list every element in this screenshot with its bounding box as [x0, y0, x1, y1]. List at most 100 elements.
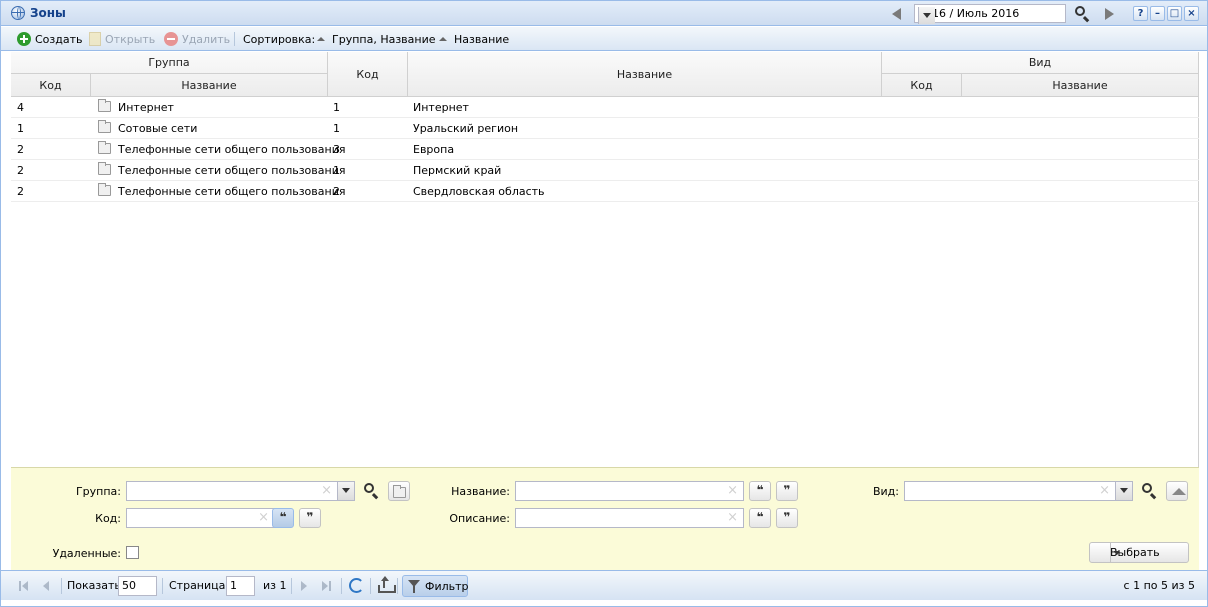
cell-group-name: Телефонные сети общего пользования: [118, 143, 346, 156]
name-contains-button[interactable]: ❞: [776, 481, 798, 501]
search-icon: [364, 483, 374, 493]
paging-separator: [61, 578, 62, 594]
name-filter-input[interactable]: ×: [515, 481, 744, 501]
clear-icon[interactable]: ×: [258, 510, 269, 525]
cell-name: Европа: [413, 143, 455, 156]
deleted-checkbox[interactable]: [126, 546, 139, 559]
column-group-header[interactable]: Группа: [11, 52, 328, 74]
chevron-down-icon[interactable]: [1115, 482, 1132, 500]
next-page-button[interactable]: [297, 579, 311, 593]
folder-icon: [98, 99, 111, 112]
table-row[interactable]: 2 Телефонные сети общего пользования 1 П…: [11, 160, 1199, 181]
code-filter-input[interactable]: ×: [126, 508, 275, 528]
prev-page-button[interactable]: [39, 579, 53, 593]
search-icon: [1075, 6, 1085, 16]
paging-separator: [341, 578, 342, 594]
first-page-button[interactable]: [17, 579, 31, 593]
column-kind-header[interactable]: Вид: [882, 52, 1199, 74]
create-button[interactable]: Создать: [17, 31, 83, 47]
kind-filter-label: Вид:: [872, 485, 899, 498]
name-exact-match-button[interactable]: ❝: [749, 481, 771, 501]
open-button[interactable]: Открыть: [89, 31, 155, 47]
help-button[interactable]: ?: [1133, 6, 1148, 21]
cell-group-name: Интернет: [118, 101, 174, 114]
cell-group-name: Телефонные сети общего пользования: [118, 185, 346, 198]
page-label: Страница: [169, 579, 226, 592]
group-folder-button[interactable]: [388, 481, 410, 501]
page-count: из 1: [263, 579, 287, 592]
description-contains-button[interactable]: ❞: [776, 508, 798, 528]
table-row[interactable]: 2 Телефонные сети общего пользования 3 Е…: [11, 139, 1199, 160]
sort-label: Сортировка:: [243, 32, 316, 46]
kind-filter-combobox[interactable]: ×: [904, 481, 1133, 501]
select-button[interactable]: Выбрать: [1089, 542, 1189, 563]
toolbar: Создать Открыть Удалить Сортировка: Груп…: [1, 27, 1207, 51]
page-number-input[interactable]: 1: [226, 576, 255, 596]
cell-code: 1: [333, 101, 340, 114]
code-exact-match-button[interactable]: ❝: [272, 508, 294, 528]
cell-group-code: 2: [17, 143, 24, 156]
chevron-up-icon: [1172, 488, 1186, 495]
filter-toggle-button[interactable]: Фильтр: [402, 575, 469, 597]
last-page-button[interactable]: [319, 579, 333, 593]
minimize-button[interactable]: –: [1150, 6, 1165, 21]
folder-icon: [98, 141, 111, 154]
delete-label: Удалить: [182, 32, 231, 46]
cell-name: Интернет: [413, 101, 469, 114]
cell-name: Пермский край: [413, 164, 502, 177]
period-combobox[interactable]: 0716 / Июль 2016: [914, 4, 1066, 24]
cell-group-code: 1: [17, 122, 24, 135]
chevron-down-icon[interactable]: [1110, 543, 1124, 562]
column-name[interactable]: Название: [408, 52, 882, 97]
clear-icon[interactable]: ×: [321, 483, 332, 498]
column-kind-name[interactable]: Название: [962, 74, 1199, 97]
search-icon: [1142, 483, 1152, 493]
grid-header: Группа Код Название Код Название Вид Код…: [11, 52, 1199, 97]
clear-icon[interactable]: ×: [727, 483, 738, 498]
toolbar-separator: [234, 32, 235, 46]
column-group-code[interactable]: Код: [11, 74, 91, 97]
delete-button[interactable]: Удалить: [164, 31, 230, 47]
cell-code: 3: [333, 143, 340, 156]
description-filter-input[interactable]: ×: [515, 508, 744, 528]
group-filter-label: Группа:: [75, 485, 121, 498]
column-kind-code[interactable]: Код: [882, 74, 962, 97]
period-search-button[interactable]: [1072, 4, 1092, 24]
filter-panel: Группа: × Код: × ❝ ❞ Удаленные: Название…: [11, 467, 1199, 570]
maximize-button[interactable]: □: [1167, 6, 1182, 21]
page-size-input[interactable]: 50: [118, 576, 157, 596]
chevron-down-icon[interactable]: [337, 482, 354, 500]
grid-body: 4 Интернет 1 Интернет 1 Сотовые сети 1 У…: [11, 97, 1199, 467]
chevron-down-icon[interactable]: [918, 7, 935, 24]
code-filter-label: Код:: [95, 512, 121, 525]
group-filter-combobox[interactable]: ×: [126, 481, 355, 501]
clear-icon[interactable]: ×: [1099, 483, 1110, 498]
refresh-icon[interactable]: [349, 578, 364, 593]
sort-group-name-button[interactable]: Группа, Название: [317, 31, 436, 47]
next-period-button[interactable]: [1100, 5, 1118, 22]
window-title: Зоны: [30, 6, 66, 20]
clear-icon[interactable]: ×: [727, 510, 738, 525]
prev-period-button[interactable]: [888, 5, 906, 22]
create-label: Создать: [35, 32, 83, 46]
description-exact-match-button[interactable]: ❝: [749, 508, 771, 528]
column-group-name[interactable]: Название: [91, 74, 328, 97]
table-row[interactable]: 1 Сотовые сети 1 Уральский регион: [11, 118, 1199, 139]
folder-icon: [98, 162, 111, 175]
sort-name-button[interactable]: Название: [439, 31, 509, 47]
paging-toolbar: Показать 50 Страница 1 из 1 Фильтр с 1 п…: [1, 570, 1207, 600]
close-button[interactable]: ×: [1184, 6, 1199, 21]
description-filter-label: Описание:: [449, 512, 510, 525]
collapse-filter-button[interactable]: [1166, 481, 1188, 501]
code-contains-button[interactable]: ❞: [299, 508, 321, 528]
filter-toggle-label: Фильтр: [425, 580, 469, 593]
column-code[interactable]: Код: [328, 52, 408, 97]
table-row[interactable]: 4 Интернет 1 Интернет: [11, 97, 1199, 118]
folder-icon: [98, 183, 111, 196]
sort-asc-icon: [439, 37, 447, 41]
title-bar: Зоны 0716 / Июль 2016 ? – □ ×: [1, 1, 1207, 26]
kind-search-button[interactable]: [1139, 481, 1159, 501]
table-row[interactable]: 2 Телефонные сети общего пользования 2 С…: [11, 181, 1199, 202]
group-search-button[interactable]: [361, 481, 381, 501]
paging-separator: [370, 578, 371, 594]
